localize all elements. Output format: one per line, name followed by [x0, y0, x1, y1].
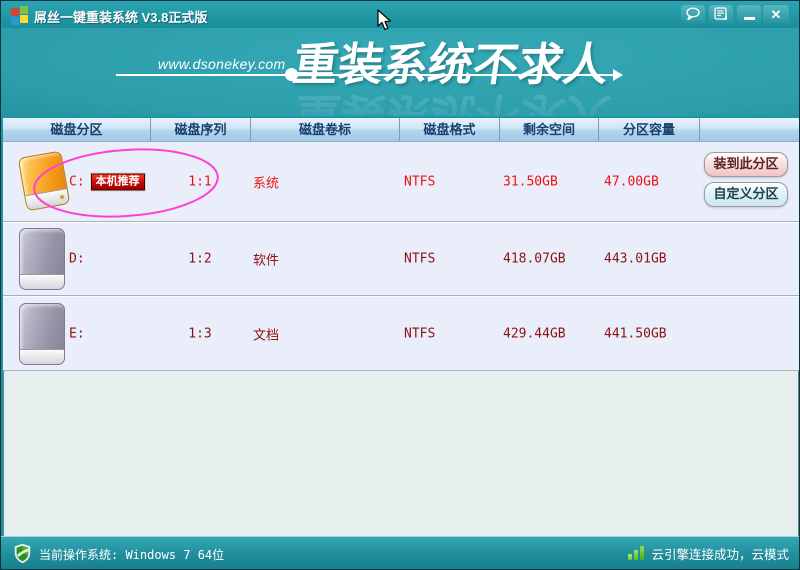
minimize-icon [743, 16, 755, 20]
shield-icon [14, 543, 31, 564]
drive-letter: C: [69, 174, 85, 189]
website-text: www.dsonekey.com [158, 56, 286, 72]
header-volume-label: 磁盘卷标 [251, 118, 400, 141]
arrow-head-icon [613, 69, 623, 81]
form-icon [714, 7, 727, 20]
close-button[interactable]: ✕ [763, 5, 789, 23]
header-actions [700, 118, 799, 141]
slogan-text: 重装系统不求人 [289, 38, 613, 91]
table-header-row: 磁盘分区 磁盘序列 磁盘卷标 磁盘格式 剩余空间 分区容量 [3, 116, 799, 142]
volume-label: 文档 [253, 328, 280, 343]
free-space: 31.50GB [503, 174, 558, 189]
cloud-status-text: 云引擎连接成功，云模式 [651, 547, 789, 562]
install-to-partition-button[interactable]: 装到此分区 [704, 152, 788, 177]
arrow-line [116, 74, 613, 76]
window-title: 屌丝一键重装系统 V3.8正式版 [34, 10, 208, 25]
header-free-space: 剩余空间 [500, 118, 599, 141]
chat-button[interactable] [681, 5, 705, 23]
app-logo-icon [11, 6, 29, 25]
disk-format: NTFS [404, 326, 436, 341]
disk-format: NTFS [404, 174, 436, 189]
header-capacity: 分区容量 [599, 118, 700, 141]
close-icon: ✕ [770, 6, 782, 22]
titlebar: 屌丝一键重装系统 V3.8正式版 ✕ [1, 1, 799, 28]
disk-serial: 1:3 [188, 326, 212, 341]
feedback-button[interactable] [709, 5, 733, 23]
partition-table: 磁盘分区 磁盘序列 磁盘卷标 磁盘格式 剩余空间 分区容量 C: 本机推荐 1:… [3, 116, 799, 536]
free-space: 429.44GB [503, 326, 566, 341]
header-disk-format: 磁盘格式 [400, 118, 500, 141]
app-window: 屌丝一键重装系统 V3.8正式版 ✕ www.dsonekey.com 重装系统… [0, 0, 800, 570]
free-space: 418.07GB [503, 251, 566, 267]
capacity: 47.00GB [604, 174, 659, 189]
recommended-badge: 本机推荐 [90, 173, 145, 190]
header-disk-partition: 磁盘分区 [3, 118, 151, 141]
minimize-button[interactable] [737, 5, 761, 23]
drive-icon-gray [19, 302, 65, 365]
banner: www.dsonekey.com 重装系统不求人 重装系统不求人 [1, 28, 799, 141]
current-os-text: 当前操作系统: Windows 7 64位 [39, 548, 225, 562]
volume-label: 系统 [253, 176, 280, 191]
statusbar: 当前操作系统: Windows 7 64位 云引擎连接成功，云模式 [1, 536, 799, 569]
drive-icon-gray [19, 228, 65, 290]
mouse-cursor-icon [377, 9, 392, 31]
disk-format: NTFS [404, 251, 436, 267]
disk-serial: 1:1 [188, 174, 212, 189]
partition-row-d[interactable]: D: 1:2 软件 NTFS 418.07GB 443.01GB [3, 222, 799, 296]
capacity: 441.50GB [604, 326, 667, 341]
partition-row-c[interactable]: C: 本机推荐 1:1 系统 NTFS 31.50GB 47.00GB 装到此分… [3, 142, 799, 222]
signal-bars-icon [628, 546, 645, 560]
drive-icon-orange [17, 150, 71, 211]
drive-letter: D: [69, 251, 85, 267]
custom-partition-button[interactable]: 自定义分区 [704, 182, 788, 207]
line-dot [285, 68, 298, 81]
drive-letter: E: [69, 326, 85, 341]
speech-bubble-icon [686, 7, 700, 21]
volume-label: 软件 [253, 253, 280, 269]
partition-row-e[interactable]: E: 1:3 文档 NTFS 429.44GB 441.50GB [3, 296, 799, 371]
disk-serial: 1:2 [188, 251, 212, 267]
header-disk-serial: 磁盘序列 [151, 118, 251, 141]
capacity: 443.01GB [604, 251, 667, 267]
